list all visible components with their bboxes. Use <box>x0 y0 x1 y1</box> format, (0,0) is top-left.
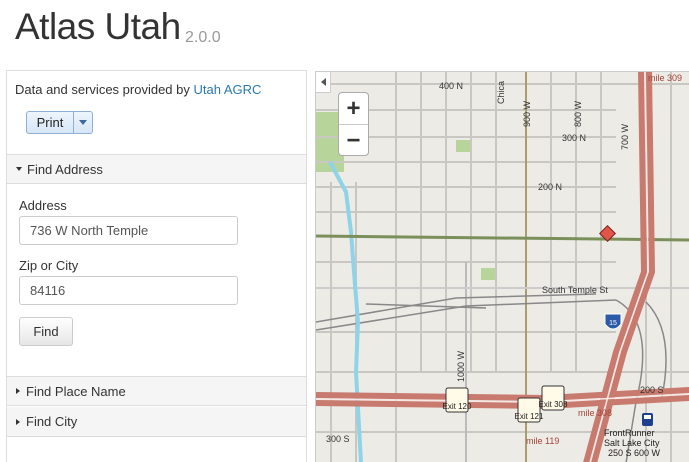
accordion-find-address[interactable]: Find Address <box>7 154 306 184</box>
collapse-sidebar-button[interactable] <box>316 72 331 93</box>
find-button[interactable]: Find <box>19 317 73 346</box>
app-version: 2.0.0 <box>185 29 221 46</box>
accordion-label: Find Place Name <box>26 383 126 399</box>
trax-rail-line <box>316 234 689 242</box>
accordion-find-city[interactable]: Find City <box>7 407 306 437</box>
label-200s: 200 S <box>640 385 664 395</box>
park-area <box>456 140 472 152</box>
label-mile-308: mile 308 <box>578 408 612 418</box>
accordion-label: Find City <box>26 414 78 429</box>
chevron-left-icon <box>320 78 326 86</box>
svg-text:15: 15 <box>609 320 617 327</box>
app-title: Atlas Utah <box>15 6 181 47</box>
caret-down-icon <box>16 167 22 171</box>
label-exit-308: Exit 308 <box>539 400 568 409</box>
train-station-icon[interactable] <box>642 413 653 426</box>
park-area <box>481 268 495 280</box>
accordion-find-place-name[interactable]: Find Place Name <box>7 376 306 406</box>
label-south-temple: South Temple St <box>542 285 608 295</box>
zip-city-label: Zip or City <box>19 258 79 273</box>
label-mile-119: mile 119 <box>526 436 559 446</box>
agrc-link[interactable]: Utah AGRC <box>193 82 261 97</box>
label-exit-120: Exit 120 <box>443 402 472 411</box>
accordion-label: Find Address <box>27 161 103 177</box>
label-800w: 800 W <box>573 100 583 127</box>
zoom-out-button[interactable]: − <box>339 125 368 156</box>
zoom-control: + − <box>338 92 369 156</box>
chevron-down-icon <box>79 120 87 125</box>
frontrunner-label: FrontRunner Salt Lake City 250 S 600 W <box>604 428 661 458</box>
caret-right-icon <box>16 418 20 425</box>
app-header: Atlas Utah 2.0.0 <box>0 0 689 70</box>
label-station-address: 250 S 600 W <box>608 448 661 458</box>
sidebar: Data and services provided by Utah AGRC … <box>6 70 307 462</box>
label-700w: 700 W <box>620 123 630 150</box>
zoom-in-button[interactable]: + <box>339 93 368 125</box>
label-1000w: 1000 W <box>456 350 466 382</box>
map-view[interactable]: 400 N 300 N 200 N South Temple St 200 S … <box>315 71 689 462</box>
label-200n: 200 N <box>538 182 562 192</box>
label-300n: 300 N <box>562 133 586 143</box>
label-frontrunner: FrontRunner <box>604 428 655 438</box>
label-300s: 300 S <box>326 434 350 444</box>
label-salt-lake-city: Salt Lake City <box>604 438 660 448</box>
label-chicago: Chica <box>496 81 506 104</box>
label-400n: 400 N <box>439 81 463 91</box>
interstate-shield-icon: 15 <box>604 313 622 330</box>
zip-city-field[interactable] <box>19 276 238 305</box>
print-button-group: Print <box>26 111 93 134</box>
credit-text: Data and services provided by <box>15 82 194 97</box>
print-dropdown-toggle[interactable] <box>74 111 93 134</box>
data-credit: Data and services provided by Utah AGRC <box>15 82 261 97</box>
label-exit-121: Exit 121 <box>515 412 544 421</box>
caret-right-icon <box>16 388 20 394</box>
address-field[interactable] <box>19 216 238 245</box>
print-button[interactable]: Print <box>26 111 74 134</box>
map-canvas[interactable]: 400 N 300 N 200 N South Temple St 200 S … <box>316 72 689 462</box>
address-label: Address <box>19 198 67 213</box>
label-mile-309: mile 309 <box>648 73 682 83</box>
label-900w: 900 W <box>522 100 532 127</box>
interstate-15 <box>316 72 689 462</box>
